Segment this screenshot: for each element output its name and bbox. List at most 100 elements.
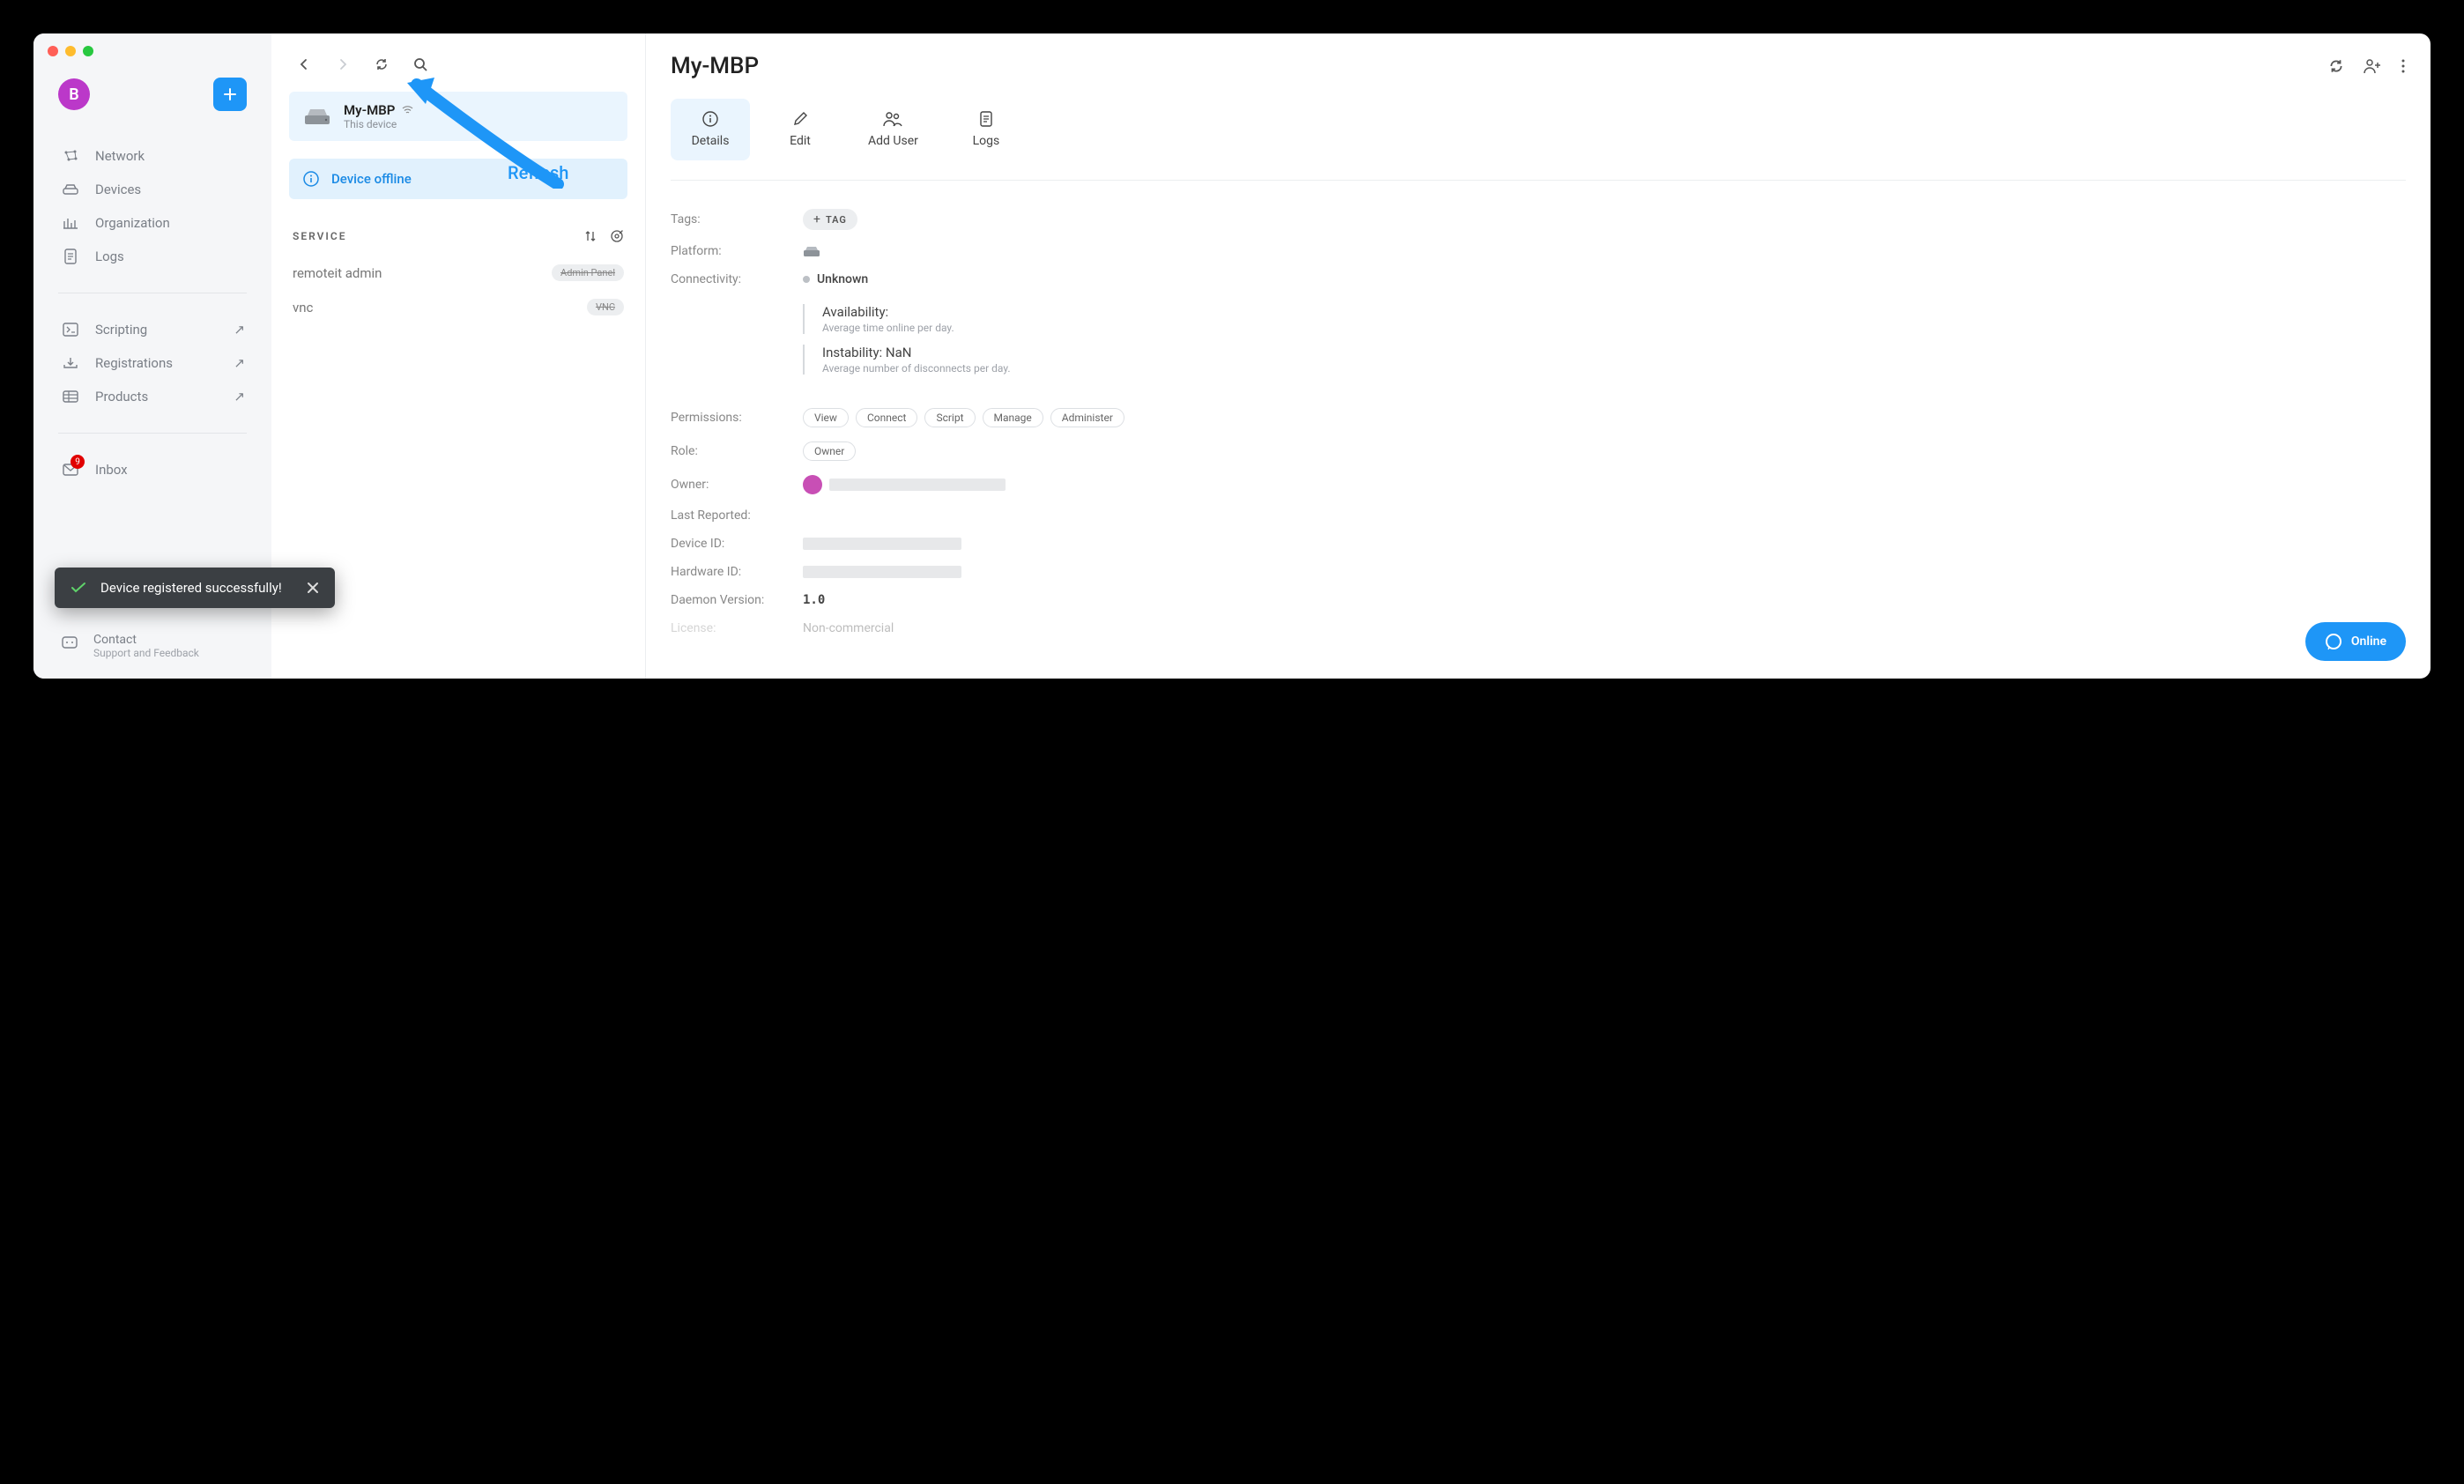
alert-text: Device offline [331,171,412,187]
inbox-badge: 9 [71,455,85,469]
availability-sub: Average time online per day. [822,322,2406,334]
availability-title: Availability: [822,304,2406,320]
license-label: License: [671,621,803,635]
search-button[interactable] [407,51,434,78]
tab-label: Logs [973,134,1000,148]
fullscreen-window-button[interactable] [83,46,93,56]
tab-label: Details [692,134,730,148]
tab-details[interactable]: Details [671,99,750,160]
products-icon [62,390,79,403]
daemon-version-label: Daemon Version: [671,593,803,607]
hardware-id-redacted [803,566,961,578]
target-button[interactable] [610,229,624,243]
sidebar-item-label: Devices [95,182,141,197]
sidebar-item-scripting[interactable]: Scripting ↗ [33,313,271,346]
device-offline-alert: Device offline [289,159,627,199]
service-row[interactable]: vnc VNC [289,290,627,324]
sidebar-item-label: Organization [95,215,170,231]
service-header: SERVICE [293,230,346,242]
scripting-icon [62,323,79,337]
sidebar-item-inbox[interactable]: 9 Inbox [33,453,271,486]
license-value: Non-commercial [803,621,894,635]
toast-notification: Device registered successfully! [55,568,335,608]
device-id-label: Device ID: [671,537,803,551]
toast-close-button[interactable] [307,582,319,594]
chat-icon [2325,633,2342,650]
owner-label: Owner: [671,478,803,492]
divider [671,180,2406,181]
instability-block: Instability: NaN Average number of disco… [803,345,2406,375]
device-detail-column: My-MBP Details Edit Add Us [646,33,2431,679]
avatar[interactable]: B [58,78,90,110]
forward-button[interactable] [330,51,356,78]
status-dot-icon [803,276,810,283]
device-card[interactable]: My-MBP This device [289,92,627,141]
add-tag-button[interactable]: +TAG [803,209,857,230]
wifi-icon [402,106,413,117]
add-user-button[interactable] [2364,58,2381,74]
contact-icon [62,635,78,649]
daemon-version-value: 1.0 [803,593,825,607]
organization-icon [62,216,79,230]
owner-avatar-icon [803,475,822,494]
role-pill: Owner [803,441,856,461]
tab-edit[interactable]: Edit [761,99,840,160]
sidebar-item-label: Products [95,389,148,404]
tab-add-user[interactable]: Add User [850,99,936,160]
external-link-icon: ↗ [234,389,245,404]
device-sublabel: This device [344,118,413,130]
logs-icon [979,111,993,127]
sidebar-item-contact[interactable]: Contact Support and Feedback [62,633,243,659]
back-button[interactable] [291,51,317,78]
device-type-icon [303,107,331,126]
hardware-id-label: Hardware ID: [671,565,803,579]
device-id-redacted [803,538,961,550]
sidebar-item-devices[interactable]: Devices [33,173,271,206]
availability-block: Availability: Average time online per da… [803,304,2406,334]
edit-icon [792,111,808,127]
contact-sublabel: Support and Feedback [93,647,199,659]
tab-label: Edit [790,134,811,148]
role-label: Role: [671,444,803,458]
sidebar-item-network[interactable]: Network [33,139,271,173]
online-chat-button[interactable]: Online [2305,622,2406,661]
minimize-window-button[interactable] [65,46,76,56]
instability-title: Instability: NaN [822,345,2406,360]
sidebar-item-label: Logs [95,249,124,264]
service-row[interactable]: remoteit admin Admin Panel [289,256,627,290]
connectivity-label: Connectivity: [671,272,803,286]
sidebar-item-organization[interactable]: Organization [33,206,271,240]
connectivity-value: Unknown [817,272,868,286]
close-window-button[interactable] [48,46,58,56]
sidebar-item-registrations[interactable]: Registrations ↗ [33,346,271,380]
registrations-icon [62,356,79,370]
tags-label: Tags: [671,212,803,226]
service-tag: Admin Panel [552,264,624,281]
owner-redacted [829,479,1006,491]
permission-pill: Script [924,408,975,427]
add-button[interactable] [213,78,247,111]
sidebar-divider [58,433,247,434]
external-link-icon: ↗ [234,355,245,371]
permissions-list: View Connect Script Manage Administer [803,408,1124,427]
contact-label: Contact [93,633,137,647]
window-controls [48,46,93,56]
info-icon [702,111,718,127]
sidebar-item-label: Inbox [95,462,128,478]
tab-logs[interactable]: Logs [946,99,1026,160]
permission-pill: Administer [1050,408,1124,427]
sidebar-item-label: Registrations [95,355,173,371]
devices-icon [62,183,79,196]
info-icon [303,171,319,187]
last-reported-label: Last Reported: [671,508,803,523]
refresh-detail-button[interactable] [2328,58,2344,74]
external-link-icon: ↗ [234,322,245,338]
sort-button[interactable] [583,229,597,243]
platform-icon [803,245,820,257]
sidebar-item-logs[interactable]: Logs [33,240,271,273]
more-menu-button[interactable] [2401,58,2406,74]
sidebar-item-products[interactable]: Products ↗ [33,380,271,413]
service-tag: VNC [587,299,624,315]
sidebar-item-label: Network [95,148,145,164]
refresh-button[interactable] [368,51,395,78]
